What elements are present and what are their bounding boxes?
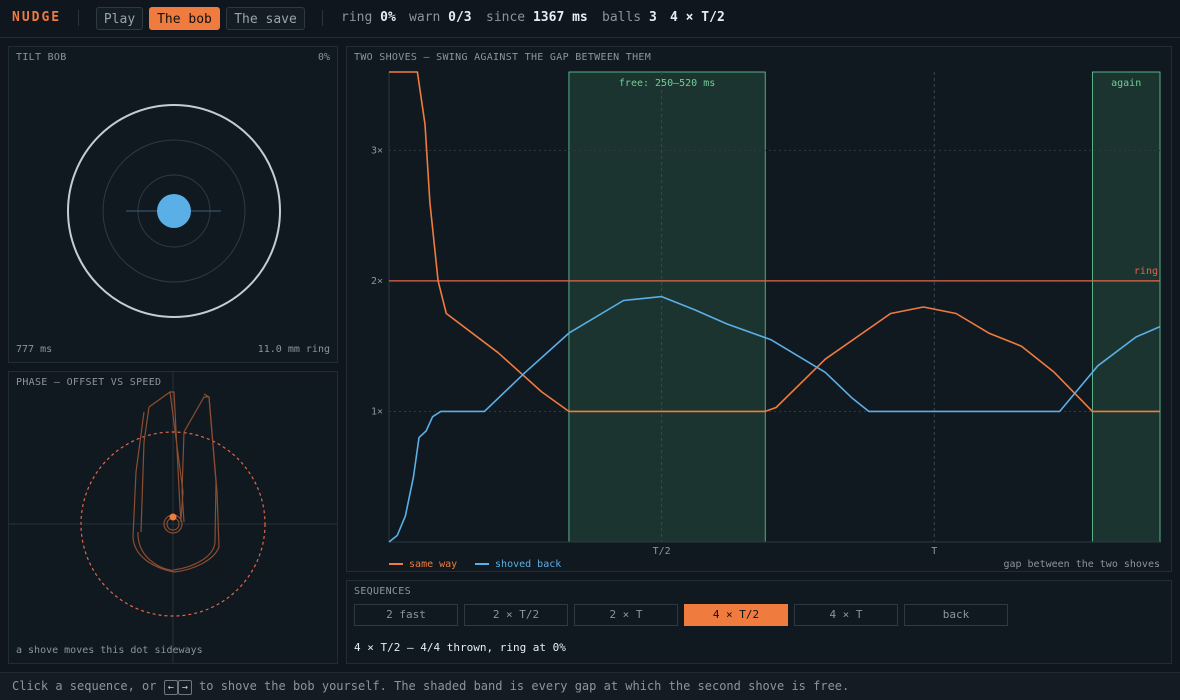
legend-same-way: same way: [389, 559, 457, 570]
tab-the-save[interactable]: The save: [226, 7, 305, 30]
sequence-button-2-fast[interactable]: 2 fast: [354, 604, 458, 626]
stat-since: since 1367 ms: [486, 10, 588, 25]
stat-balls-label: balls: [602, 10, 642, 25]
stat-warn-label: warn: [409, 10, 441, 25]
sequence-button-4-full[interactable]: 4 × T: [794, 604, 898, 626]
stat-since-value: 1367 ms: [532, 10, 588, 25]
footer-text-after: to shove the bob yourself. The shaded ba…: [199, 679, 850, 693]
key-right-arrow[interactable]: →: [177, 680, 192, 695]
series-shoved-back-line: [388, 295, 1161, 543]
footer-text: Click a sequence, or ← → to shove the bob…: [12, 679, 849, 695]
tilt-ring-size: 11.0 mm ring: [257, 344, 330, 355]
stat-warn-value: 0/3: [448, 10, 472, 25]
x-tick-label: T/2: [653, 546, 671, 557]
sequence-status: 4 × T/2 — 4/4 thrown, ring at 0%: [354, 641, 566, 654]
phase-plot: [9, 372, 337, 663]
stat-since-label: since: [486, 10, 526, 25]
divider: [322, 10, 323, 26]
free-band-label: free: 250–520 ms: [619, 78, 715, 89]
chart-x-caption: gap between the two shoves: [1003, 559, 1160, 570]
series-same-way-line: [389, 71, 1160, 413]
phase-state-dot: [169, 513, 177, 521]
phase-caption: a shove moves this dot sideways: [16, 645, 203, 656]
sequence-button-2-full[interactable]: 2 × T: [574, 604, 678, 626]
stat-ring-label: ring: [341, 10, 373, 25]
bob-dot[interactable]: [157, 194, 191, 228]
legend-shoved-back-label: shoved back: [495, 559, 562, 570]
two-shoves-chart-panel: TWO SHOVES — SWING AGAINST THE GAP BETWE…: [346, 46, 1172, 572]
ring-threshold-label: ring: [1134, 266, 1158, 277]
sequence-button-4-half[interactable]: 4 × T/2: [684, 604, 788, 626]
sequence-button-2-half[interactable]: 2 × T/2: [464, 604, 568, 626]
legend-shoved-back: shoved back: [475, 559, 561, 570]
stat-sequence: 4 × T/2: [670, 10, 725, 25]
two-shoves-chart[interactable]: free: 250–520 ms again 1× 2× 3× T/2 Tring: [347, 47, 1171, 571]
phase-title: PHASE — OFFSET VS SPEED: [16, 377, 162, 388]
sequences-title: SEQUENCES: [354, 586, 411, 597]
y-tick-label: 2×: [371, 276, 383, 287]
tilt-bob-view[interactable]: [9, 47, 337, 362]
phase-trajectory: [132, 390, 220, 573]
tab-play[interactable]: Play: [96, 7, 143, 30]
stat-warn: warn 0/3: [409, 10, 472, 25]
stat-sequence-value: 4 × T/2: [670, 10, 725, 25]
divider: [78, 10, 79, 26]
legend-swatch: [475, 563, 489, 565]
tilt-time: 777 ms: [16, 344, 53, 355]
footer-text-before: Click a sequence, or: [12, 679, 157, 693]
tab-the-bob[interactable]: The bob: [149, 7, 220, 30]
sequence-button-back[interactable]: back: [904, 604, 1008, 626]
top-bar: NUDGE Play The bob The save ring 0% warn…: [0, 0, 1180, 38]
stat-ring-value: 0%: [380, 10, 396, 25]
sequences-panel: SEQUENCES 2 fast 2 × T/2 2 × T 4 × T/2 4…: [346, 580, 1172, 664]
stat-balls-value: 3: [648, 10, 657, 25]
stat-balls: balls 3: [602, 10, 657, 25]
app-brand: NUDGE: [12, 10, 62, 25]
key-left-arrow[interactable]: ←: [163, 680, 178, 695]
y-tick-label: 1×: [371, 406, 383, 417]
free-band[interactable]: [1091, 71, 1161, 543]
tilt-bob-panel: TILT BOB 0% 777 ms 11.0 mm ring: [8, 46, 338, 363]
y-tick-label: 3×: [371, 145, 383, 156]
free-band[interactable]: [568, 71, 766, 543]
again-band-label: again: [1111, 78, 1141, 89]
x-tick-label: T: [931, 546, 937, 557]
phase-panel: PHASE — OFFSET VS SPEED a shove moves th…: [8, 371, 338, 664]
footer-help: Click a sequence, or ← → to shove the bob…: [0, 672, 1180, 700]
stat-ring: ring 0%: [341, 10, 396, 25]
legend-swatch: [389, 563, 403, 565]
legend-same-way-label: same way: [409, 559, 458, 570]
